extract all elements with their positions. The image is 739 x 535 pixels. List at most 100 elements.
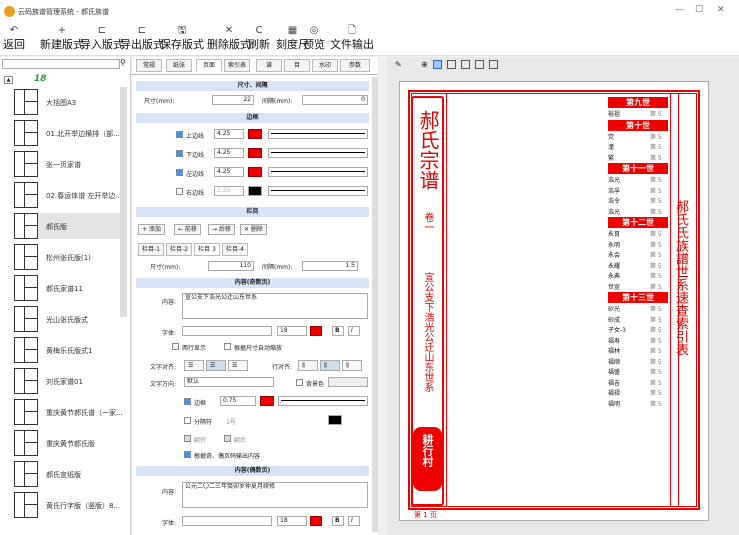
- template-item[interactable]: 黄氏行字版（竖版）8...: [14, 492, 126, 518]
- close-button[interactable]: ✕: [717, 5, 725, 15]
- border-width-select[interactable]: 4.25: [214, 148, 244, 158]
- collapse-toggle[interactable]: ▲: [4, 76, 13, 84]
- border-style-select[interactable]: [268, 129, 368, 139]
- border-checkbox[interactable]: [184, 398, 191, 405]
- border-style-select[interactable]: [268, 148, 368, 158]
- scrollbar[interactable]: [120, 87, 127, 317]
- border-checkbox[interactable]: [176, 150, 183, 157]
- template-item[interactable]: 郝氏版: [14, 213, 126, 239]
- template-item[interactable]: 光山张氏版式: [14, 306, 126, 332]
- border-checkbox[interactable]: [176, 188, 183, 195]
- tab-7[interactable]: 参数: [340, 59, 370, 72]
- font-size-select[interactable]: 18: [277, 326, 307, 336]
- even-font-size-select[interactable]: 18: [277, 516, 307, 526]
- italic-button[interactable]: I: [348, 326, 360, 336]
- flip1-checkbox[interactable]: [184, 435, 191, 442]
- template-item[interactable]: 松州张氏版(1): [14, 244, 126, 270]
- border-color-swatch[interactable]: [248, 148, 262, 158]
- toolbar-button-6[interactable]: C 刷新: [248, 25, 270, 55]
- double-page-icon[interactable]: [461, 60, 470, 69]
- valign-top-button[interactable]: ⫼: [298, 360, 318, 371]
- border-width-select[interactable]: 2.25: [214, 186, 244, 196]
- even-content-textarea[interactable]: 公元二〇二三年癸卯岁仲夏月续修: [182, 482, 368, 508]
- bg-color-swatch[interactable]: [328, 377, 368, 387]
- toolbar-button-1[interactable]: + 新建版式: [40, 25, 84, 55]
- settings-scrollbar[interactable]: [372, 77, 378, 532]
- separator-size[interactable]: 1号: [226, 417, 236, 426]
- align-center-button[interactable]: ☰: [206, 360, 226, 371]
- zoom-in-icon[interactable]: ⊕: [421, 60, 428, 69]
- column-button-0[interactable]: + 添加: [138, 224, 165, 235]
- border-color-swatch[interactable]: [248, 129, 262, 139]
- toolbar-button-4[interactable]: 🖫 保存版式: [160, 25, 204, 55]
- bold-button[interactable]: B: [332, 326, 344, 336]
- toolbar-button-2[interactable]: ⊏ 导入版式: [80, 25, 124, 55]
- template-item[interactable]: 重庆黄节郝氏版: [14, 430, 126, 456]
- separator-checkbox[interactable]: [184, 417, 191, 424]
- tab-2[interactable]: 页面: [196, 59, 222, 72]
- tab-0[interactable]: 常规: [136, 59, 162, 72]
- tab-1[interactable]: 纸张: [166, 59, 192, 72]
- even-font-select[interactable]: [182, 516, 272, 526]
- align-left-button[interactable]: ☰: [184, 360, 204, 371]
- single-page-icon[interactable]: [447, 60, 456, 69]
- content-textarea[interactable]: 宣公支下浩光公迁山东世系: [182, 293, 368, 319]
- column-size-input[interactable]: 110: [208, 261, 254, 271]
- template-item[interactable]: 大括图A3: [14, 89, 126, 115]
- gap-input[interactable]: 0: [302, 95, 368, 105]
- flip2-checkbox[interactable]: [224, 435, 231, 442]
- tab-3[interactable]: 索引表: [224, 59, 250, 72]
- template-item[interactable]: 黄梅乐氏版式1: [14, 337, 126, 363]
- border-style-select[interactable]: [268, 186, 368, 196]
- font-color-swatch[interactable]: [310, 326, 322, 336]
- fit-page-icon[interactable]: [433, 60, 442, 69]
- border-style-select[interactable]: [278, 396, 368, 406]
- separator-color-swatch[interactable]: [328, 415, 342, 425]
- bg-color-checkbox[interactable]: [296, 379, 303, 386]
- column-tab-0[interactable]: 栏目-1: [138, 243, 164, 256]
- grid-view-icon[interactable]: [475, 60, 484, 69]
- border-color-swatch[interactable]: [248, 167, 262, 177]
- direction-select[interactable]: 默认: [184, 377, 274, 387]
- border-width-select[interactable]: 4.25: [214, 167, 244, 177]
- two-line-checkbox[interactable]: [172, 343, 179, 350]
- search-icon[interactable]: ⚲: [120, 58, 126, 67]
- tab-6[interactable]: 水印: [312, 59, 338, 72]
- border-style-select[interactable]: [268, 167, 368, 177]
- auto-size-checkbox[interactable]: [224, 343, 231, 350]
- minimize-button[interactable]: —: [675, 5, 684, 15]
- search-input[interactable]: [2, 59, 120, 69]
- toolbar-button-9[interactable]: 🗋 文件输出: [330, 25, 374, 55]
- column-tab-3[interactable]: 栏目-4: [222, 243, 248, 256]
- border-color-swatch[interactable]: [248, 186, 262, 196]
- column-button-2[interactable]: → 后移: [208, 224, 235, 235]
- size-input[interactable]: 22: [212, 95, 254, 105]
- border-checkbox[interactable]: [176, 169, 183, 176]
- align-right-button[interactable]: ☰: [228, 360, 248, 371]
- odd-even-checkbox[interactable]: [184, 451, 191, 458]
- valign-bottom-button[interactable]: ⫼: [342, 360, 362, 371]
- border-checkbox[interactable]: [176, 131, 183, 138]
- font-select[interactable]: [182, 326, 272, 336]
- template-item[interactable]: 张一页家谱: [14, 151, 126, 177]
- toolbar-button-8[interactable]: ◎ 预览: [303, 25, 325, 55]
- template-item[interactable]: 重庆黄节郝氏谱（一家...: [14, 399, 126, 425]
- column-button-1[interactable]: ← 前移: [174, 224, 201, 235]
- toolbar-button-0[interactable]: ↶ 返回: [3, 25, 25, 55]
- border-color-swatch[interactable]: [260, 396, 274, 406]
- toolbar-button-5[interactable]: ✕ 删除版式: [207, 25, 251, 55]
- tab-4[interactable]: 谱: [256, 59, 282, 72]
- pen-icon[interactable]: ✎: [395, 60, 402, 69]
- even-bold-button[interactable]: B: [332, 516, 344, 526]
- column-button-3[interactable]: ✕ 删除: [240, 224, 267, 235]
- maximize-button[interactable]: ☐: [695, 5, 703, 15]
- even-font-color-swatch[interactable]: [310, 516, 322, 526]
- thumb-view-icon[interactable]: [489, 60, 498, 69]
- template-item[interactable]: 郝氏宣纸版: [14, 461, 126, 487]
- template-item[interactable]: 02.春运体谱 左开举边...: [14, 182, 126, 208]
- valign-middle-button[interactable]: ⫼: [320, 360, 340, 371]
- template-item[interactable]: 郝氏家谱11: [14, 275, 126, 301]
- template-item[interactable]: 01.北开举边横排（部...: [14, 120, 126, 146]
- border-width-select[interactable]: 0.75: [220, 396, 256, 406]
- even-italic-button[interactable]: I: [348, 516, 360, 526]
